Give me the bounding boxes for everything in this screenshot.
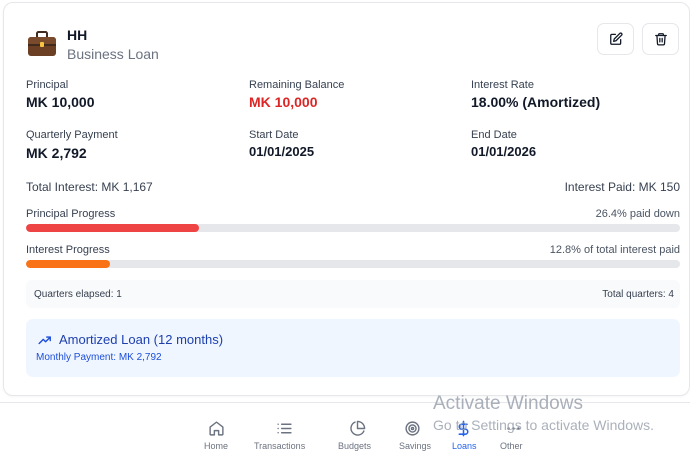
trending-up-icon (38, 336, 51, 345)
briefcase-icon (28, 31, 56, 56)
interest-progress-bar (26, 260, 680, 268)
activate-windows-title: Activate Windows (433, 393, 583, 414)
start-date-value: 01/01/2025 (249, 144, 315, 159)
quarters-elapsed: Quarters elapsed: 1 (34, 289, 122, 300)
interest-progress-text: 12.8% of total interest paid (549, 244, 680, 256)
amortized-info: Amortized Loan (12 months) Monthly Payme… (26, 319, 680, 377)
pie-chart-icon (349, 420, 365, 436)
start-date-label: Start Date (249, 129, 299, 141)
amortized-title: Amortized Loan (12 months) (59, 332, 224, 347)
end-date-value: 01/01/2026 (471, 144, 537, 159)
loan-type: Business Loan (67, 46, 159, 62)
quarterly-payment-value: MK 2,792 (26, 145, 87, 161)
interest-progress-label: Interest Progress (26, 244, 110, 256)
nav-loans-label: Loans (452, 441, 477, 451)
loan-name: HH (67, 27, 88, 43)
nav-budgets-label: Budgets (338, 441, 372, 451)
edit-button[interactable] (597, 23, 634, 55)
interest-rate-value: 18.00% (Amortized) (471, 94, 601, 110)
nav-home[interactable] (206, 418, 226, 438)
quarterly-payment-label: Quarterly Payment (26, 129, 118, 141)
home-icon (208, 420, 224, 436)
total-interest: Total Interest: MK 1,167 (26, 180, 153, 194)
activate-windows-message: Go to Settings to activate Windows. (433, 417, 654, 433)
principal-value: MK 10,000 (26, 94, 95, 110)
trash-icon (654, 33, 667, 46)
nav-budgets[interactable] (347, 418, 367, 438)
interest-paid: Interest Paid: MK 150 (564, 180, 680, 194)
principal-progress-bar (26, 224, 680, 232)
principal-progress-label: Principal Progress (26, 208, 116, 220)
target-icon (404, 420, 420, 436)
interest-rate-label: Interest Rate (471, 79, 534, 91)
principal-progress-fill (26, 224, 199, 232)
nav-savings[interactable] (402, 418, 422, 438)
edit-icon (609, 32, 623, 45)
quarters-summary: Quarters elapsed: 1 Total quarters: 4 (26, 280, 680, 308)
remaining-balance-value: MK 10,000 (249, 94, 318, 110)
monthly-payment: Monthly Payment: MK 2,792 (36, 352, 162, 363)
nav-transactions-label: Transactions (254, 441, 306, 451)
remaining-balance-label: Remaining Balance (249, 79, 345, 91)
principal-progress-text: 26.4% paid down (595, 208, 680, 220)
end-date-label: End Date (471, 129, 517, 141)
nav-transactions[interactable] (274, 418, 294, 438)
interest-progress-fill (26, 260, 110, 268)
nav-home-label: Home (204, 441, 229, 451)
quarters-total: Total quarters: 4 (602, 289, 674, 300)
principal-label: Principal (26, 79, 69, 91)
list-icon (276, 423, 292, 433)
nav-other-label: Other (500, 441, 523, 451)
nav-savings-label: Savings (399, 441, 432, 451)
delete-button[interactable] (642, 23, 679, 55)
loan-card: HH Business Loan Principal MK 10,000 Rem… (3, 2, 690, 396)
